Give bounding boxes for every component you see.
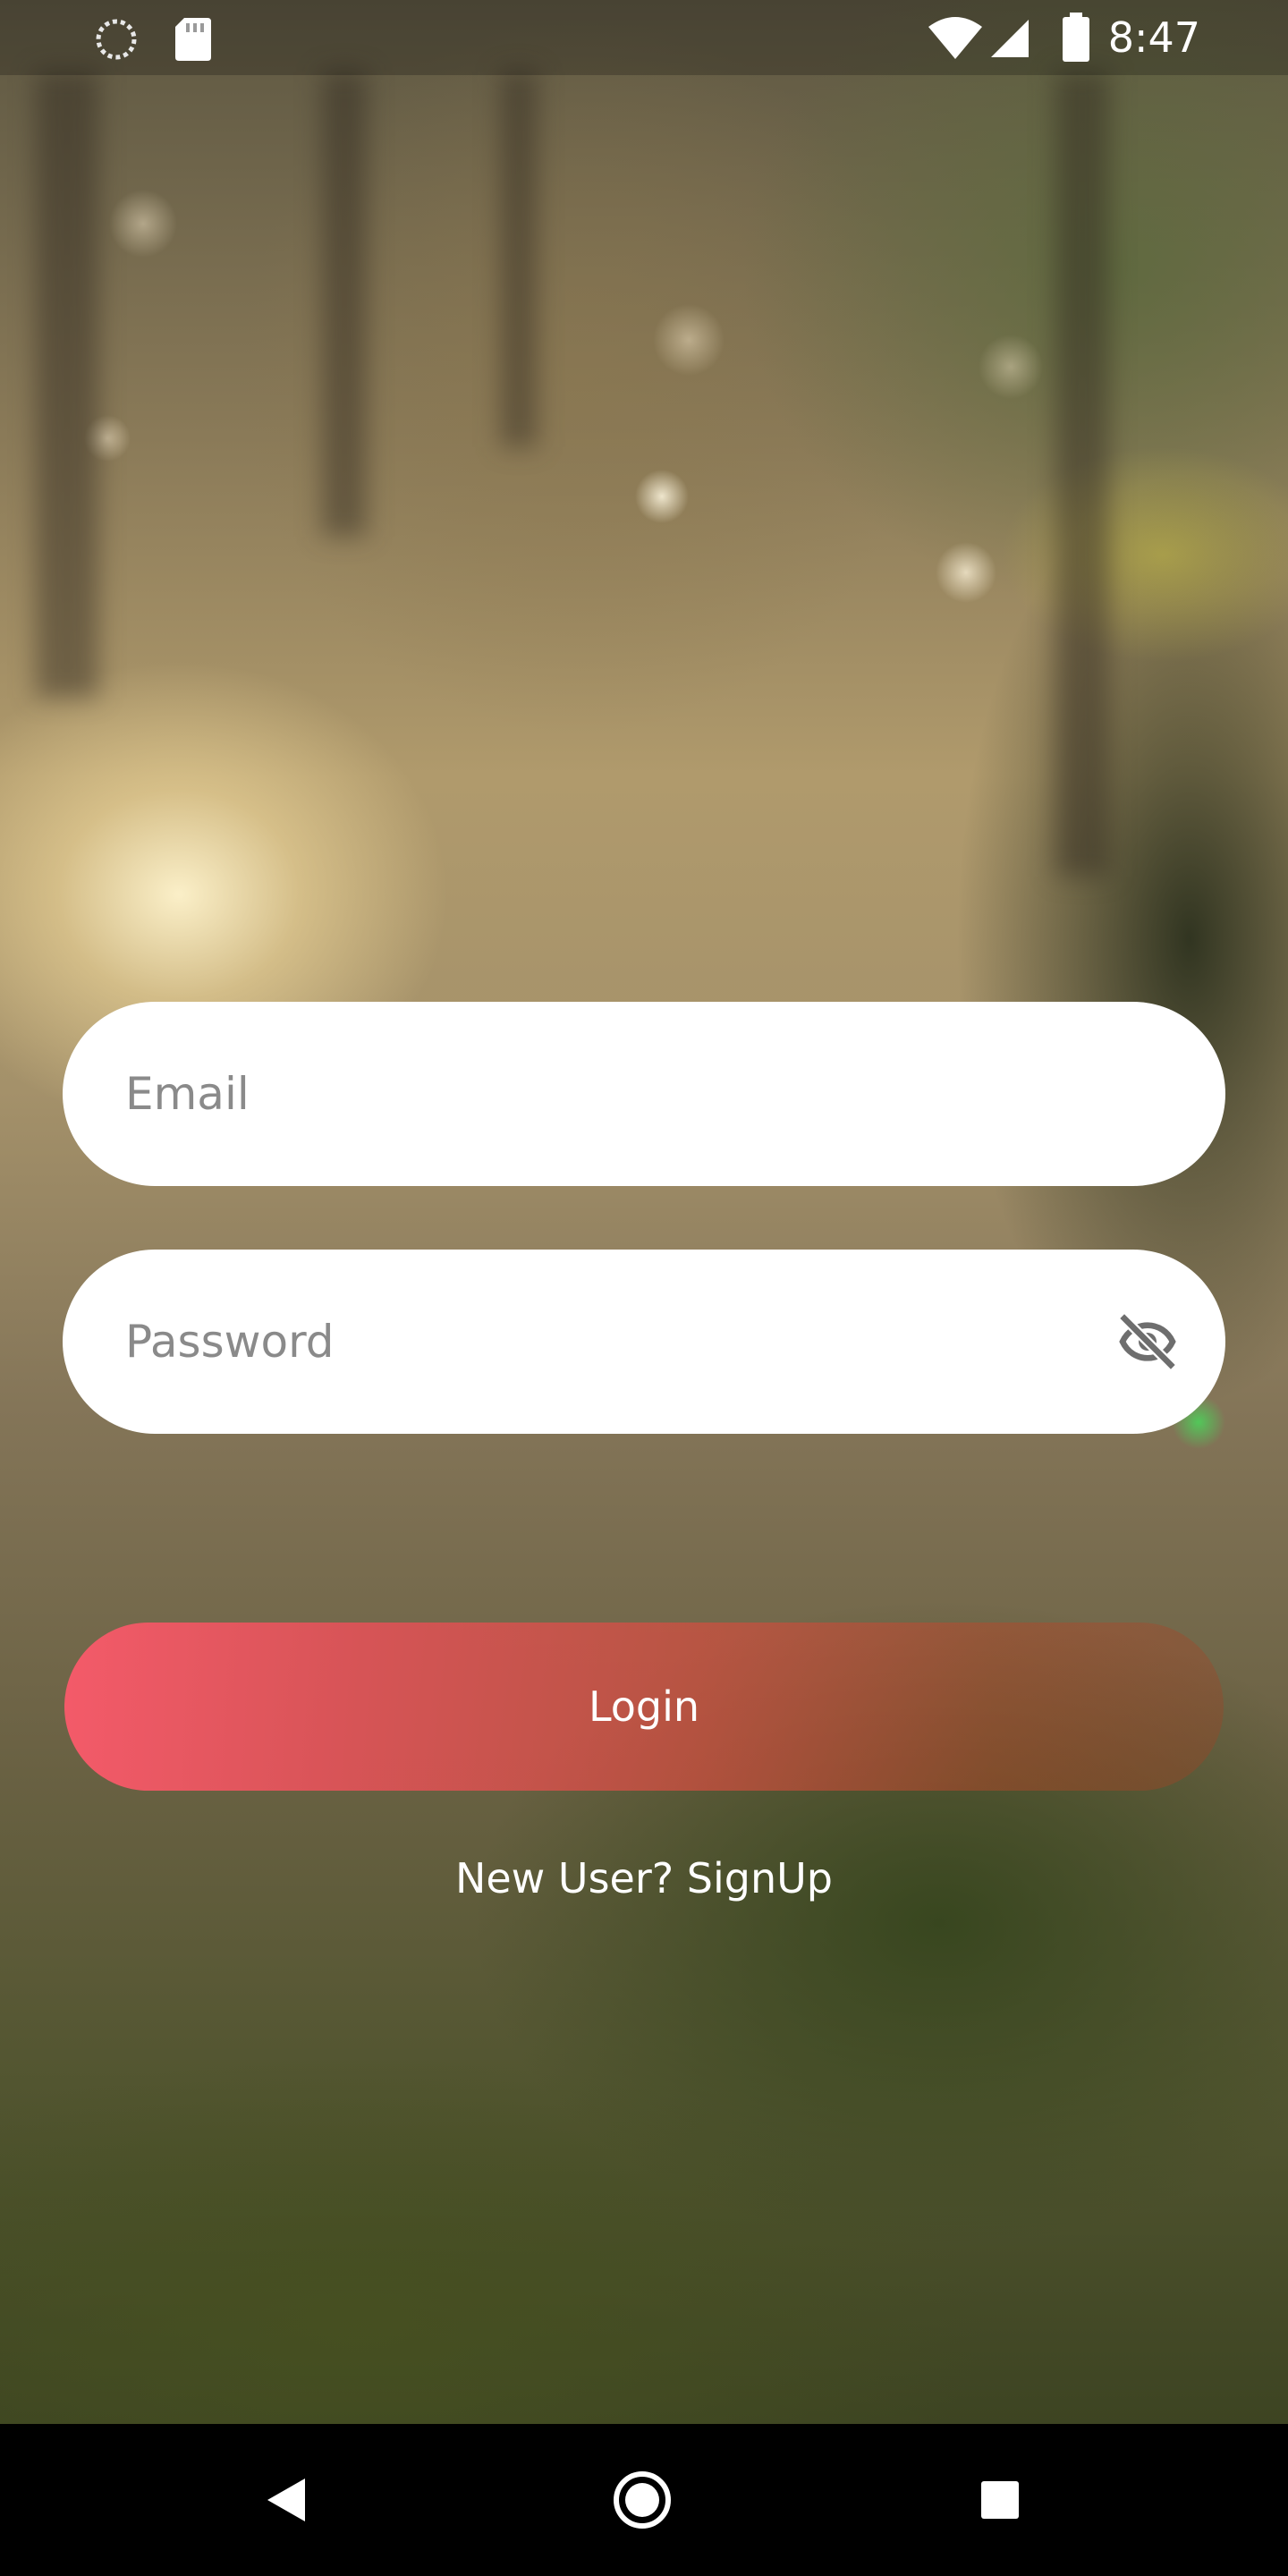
- email-input[interactable]: [125, 1002, 1091, 1186]
- status-bar: 8:47: [0, 0, 1288, 75]
- email-field[interactable]: [63, 1002, 1225, 1186]
- battery-icon: [1061, 13, 1091, 66]
- sd-card-icon: [174, 16, 213, 66]
- signal-icon: [989, 18, 1030, 63]
- login-screen: 8:47 Login New User? SignUp: [0, 0, 1288, 2576]
- wifi-icon: [927, 14, 984, 64]
- back-icon[interactable]: [242, 2455, 331, 2545]
- visibility-off-icon[interactable]: [1109, 1303, 1186, 1380]
- sync-icon: [93, 16, 140, 66]
- recents-icon[interactable]: [955, 2455, 1045, 2545]
- signup-link[interactable]: New User? SignUp: [0, 1852, 1288, 1905]
- navigation-bar: [0, 2424, 1288, 2576]
- password-input[interactable]: [125, 1250, 1091, 1434]
- status-time: 8:47: [1107, 13, 1200, 62]
- password-field[interactable]: [63, 1250, 1225, 1434]
- home-icon[interactable]: [597, 2455, 687, 2545]
- forest-background-image: [0, 0, 1288, 2424]
- login-button[interactable]: Login: [64, 1623, 1224, 1791]
